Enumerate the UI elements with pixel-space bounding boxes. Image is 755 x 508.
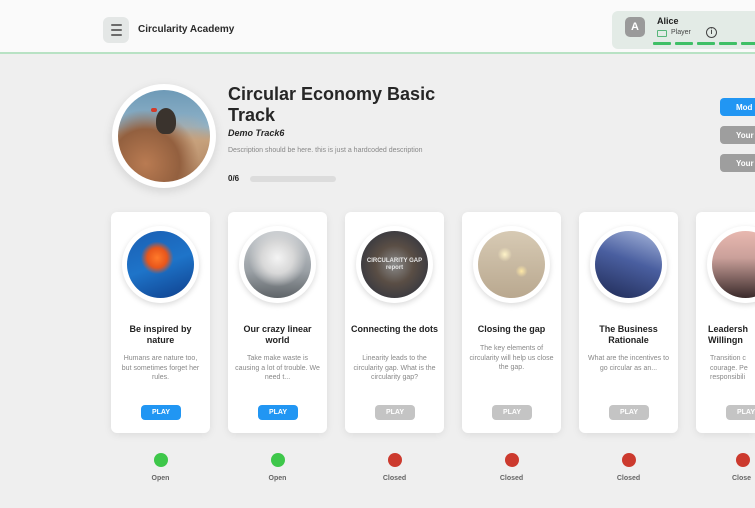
status-label: Closed	[382, 475, 407, 482]
track-title: Circular Economy Basic Track	[228, 84, 436, 125]
track-description: Description should be here. this is just…	[228, 147, 423, 154]
module-card: Be inspired by nature Humans are nature …	[111, 212, 210, 433]
module-description: Linearity leads to the circularity gap. …	[353, 355, 436, 381]
module-description: The key elements of circularity will hel…	[469, 345, 554, 371]
module-image	[473, 226, 550, 303]
module-card: Leadersh Willingn Transition c courage. …	[696, 212, 755, 433]
user-name: Alice	[657, 16, 679, 26]
play-button[interactable]: PLAY	[258, 405, 298, 420]
track-progress-bar	[250, 176, 336, 182]
status-label: Open	[268, 475, 287, 482]
top-bar: Circularity Academy A Alice Player i	[0, 0, 755, 54]
module-image-text: CIRCULARITY GAP report	[366, 258, 423, 271]
module-title: Our crazy linear world	[243, 324, 312, 345]
module-status: Closed	[345, 453, 444, 482]
module-status: Close	[696, 453, 755, 482]
status-label: Closed	[616, 475, 641, 482]
side-button-3[interactable]: Your	[720, 154, 755, 172]
user-panel[interactable]: A Alice Player i	[612, 11, 755, 49]
play-button[interactable]: PLAY	[726, 405, 755, 420]
avatar: A	[625, 17, 645, 37]
module-title: Closing the gap	[477, 324, 546, 334]
module-status: Open	[111, 453, 210, 482]
track-progress-count: 0/6	[228, 174, 240, 183]
module-description: What are the incentives to go circular a…	[588, 355, 669, 372]
status-label: Open	[151, 475, 170, 482]
player-role-icon	[657, 30, 667, 37]
status-dot	[153, 453, 168, 467]
module-status: Open	[228, 453, 327, 482]
module-image	[707, 226, 755, 303]
module-image	[590, 226, 667, 303]
info-icon[interactable]: i	[706, 27, 717, 38]
module-title: Connecting the dots	[351, 324, 438, 334]
module-description: Humans are nature too, but sometimes for…	[121, 355, 200, 381]
module-title: The Business Rationale	[599, 324, 658, 345]
play-button[interactable]: PLAY	[141, 405, 181, 420]
user-progress-bar	[653, 42, 755, 45]
side-button-2[interactable]: Your	[720, 126, 755, 144]
status-dot	[270, 453, 285, 467]
module-card: CIRCULARITY GAP report Connecting the do…	[345, 212, 444, 433]
user-role: Player	[671, 29, 691, 36]
status-dot	[736, 453, 750, 467]
app-title: Circularity Academy	[138, 24, 235, 35]
module-image	[239, 226, 316, 303]
play-button[interactable]: PLAY	[375, 405, 415, 420]
status-dot	[387, 453, 402, 467]
module-card: Our crazy linear world Take make waste i…	[228, 212, 327, 433]
module-card: Closing the gap The key elements of circ…	[462, 212, 561, 433]
status-label: Closed	[499, 475, 524, 482]
status-dot	[504, 453, 519, 467]
status-dot	[621, 453, 636, 467]
side-button-1[interactable]: Mod	[720, 98, 755, 116]
status-label: Close	[732, 475, 752, 482]
menu-icon[interactable]	[103, 17, 129, 43]
module-description: Transition c courage. Pe responsibili	[710, 355, 748, 381]
module-image	[122, 226, 199, 303]
module-title: Leadersh Willingn	[708, 324, 749, 345]
play-button[interactable]: PLAY	[609, 405, 649, 420]
module-description: Take make waste is causing a lot of trou…	[235, 355, 320, 381]
track-image	[112, 84, 216, 188]
module-status: Closed	[462, 453, 561, 482]
module-title: Be inspired by nature	[129, 324, 192, 345]
module-status: Closed	[579, 453, 678, 482]
module-image: CIRCULARITY GAP report	[356, 226, 433, 303]
track-subtitle: Demo Track6	[228, 128, 285, 138]
play-button[interactable]: PLAY	[492, 405, 532, 420]
module-card: The Business Rationale What are the ince…	[579, 212, 678, 433]
